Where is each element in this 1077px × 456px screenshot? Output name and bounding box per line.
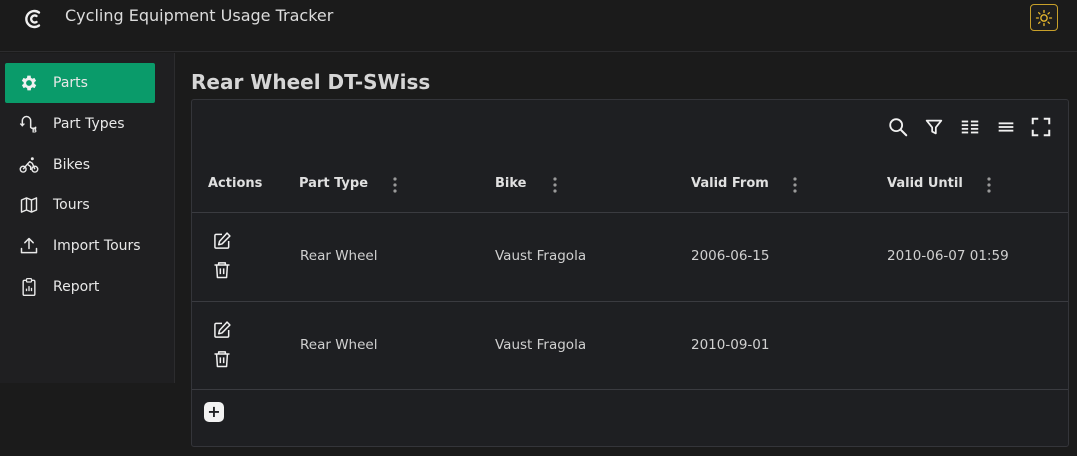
search-icon [889,118,908,137]
sidebar-item-report[interactable]: Report [5,267,155,307]
columns-icon [961,120,979,134]
row-divider [192,389,1068,390]
sidebar-item-label: Bikes [53,157,91,173]
column-menu-icon[interactable] [391,176,399,194]
density-button[interactable] [995,116,1017,138]
column-header-bike[interactable]: Bike [495,176,526,191]
map-icon [20,197,38,213]
edit-icon[interactable] [212,231,232,251]
filter-icon [925,119,943,135]
clipboard-icon [22,278,36,297]
sidebar-item-part-types[interactable]: B Part Types [5,104,155,144]
theme-toggle-button[interactable] [1030,4,1058,31]
column-header-part-type[interactable]: Part Type [299,176,368,191]
sidebar-item-import-tours[interactable]: Import Tours [5,226,155,266]
trash-icon[interactable] [212,349,232,369]
sidebar-item-label: Parts [53,75,88,91]
cell-bike: Vaust Fragola [495,337,587,353]
column-header-valid-until[interactable]: Valid Until [887,176,963,191]
edit-icon[interactable] [212,320,232,340]
column-menu-icon[interactable] [551,176,559,194]
parts-table-panel: Actions Part Type Bike Valid From Valid … [191,99,1069,447]
svg-text:B: B [32,126,37,134]
columns-button[interactable] [959,116,981,138]
cell-valid-until: 2010-06-07 01:59 [887,248,1009,264]
add-row-button[interactable]: + [204,402,224,422]
upload-icon [20,237,38,254]
cell-part-type: Rear Wheel [300,248,378,264]
sidebar-item-parts[interactable]: Parts [5,63,155,103]
app-title: Cycling Equipment Usage Tracker [65,6,334,25]
row-divider [192,301,1068,302]
trash-icon[interactable] [212,260,232,280]
cell-valid-from: 2010-09-01 [691,337,770,353]
bicycle-icon [19,157,39,173]
cell-valid-from: 2006-06-15 [691,248,770,264]
sidebar-item-label: Part Types [53,116,125,132]
fullscreen-icon [1031,117,1051,137]
sidebar-item-bikes[interactable]: Bikes [5,145,155,185]
sidebar-item-label: Import Tours [53,238,141,254]
density-icon [998,122,1014,132]
app-logo-icon[interactable] [22,7,46,31]
sidebar-item-label: Tours [53,197,90,213]
search-button[interactable] [887,116,909,138]
gear-icon [21,75,37,91]
filter-button[interactable] [923,116,945,138]
column-header-actions: Actions [208,176,263,191]
sidebar-item-label: Report [53,279,100,295]
column-menu-icon[interactable] [791,176,799,194]
column-menu-icon[interactable] [985,176,993,194]
route-ab-icon: B [19,115,37,134]
top-bar: Cycling Equipment Usage Tracker [0,0,1077,52]
column-header-valid-from[interactable]: Valid From [691,176,769,191]
sidebar: Parts B Part Types Bikes Tours Import To… [0,53,175,383]
fullscreen-button[interactable] [1030,116,1052,138]
sidebar-item-tours[interactable]: Tours [5,185,155,225]
cell-bike: Vaust Fragola [495,248,587,264]
row-divider [192,212,1068,213]
cell-part-type: Rear Wheel [300,337,378,353]
page-title: Rear Wheel DT-SWiss [191,70,431,94]
sun-icon [1035,9,1053,26]
